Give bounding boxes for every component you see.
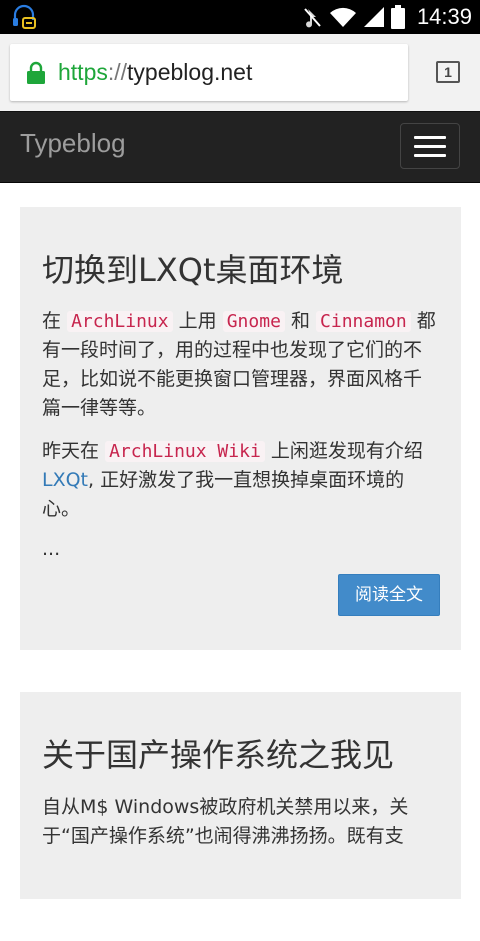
- post-title[interactable]: 关于国产操作系统之我见: [42, 736, 440, 774]
- text-fragment: 上闲逛发现有介绍: [270, 440, 423, 463]
- site-brand[interactable]: Typeblog: [20, 128, 126, 159]
- url-text[interactable]: https://typeblog.net: [58, 59, 252, 86]
- text-fragment: 和: [290, 310, 310, 333]
- tab-switcher-button[interactable]: 1: [436, 61, 460, 83]
- text-fragment: 在: [42, 310, 62, 333]
- browser-toolbar: https://typeblog.net 1: [0, 34, 480, 111]
- post-list: 切换到LXQt桌面环境 在 ArchLinux 上用 Gnome 和 Cinna…: [20, 207, 461, 941]
- inline-code: Gnome: [222, 311, 285, 333]
- mute-icon: [304, 8, 321, 28]
- wifi-icon: [329, 7, 356, 28]
- status-time: 14:39: [416, 4, 472, 29]
- inline-code: Cinnamon: [316, 311, 411, 333]
- battery-icon: [390, 5, 405, 29]
- status-bar: 14:39: [0, 0, 480, 34]
- post-title[interactable]: 切换到LXQt桌面环境: [42, 251, 440, 289]
- site-navbar: Typeblog: [0, 111, 480, 183]
- hamburger-menu-button[interactable]: [400, 123, 460, 169]
- url-scheme: https: [58, 59, 108, 85]
- read-more-button[interactable]: 阅读全文: [338, 574, 440, 617]
- post-paragraph: 昨天在 ArchLinux Wiki 上闲逛发现有介绍 LXQt, 正好激发了我…: [42, 437, 440, 524]
- post-card: 关于国产操作系统之我见 自从M$ Windows被政府机关禁用以来，关于“国产操…: [20, 692, 461, 899]
- headset-notification-icon: [13, 4, 36, 29]
- lxqt-link[interactable]: LXQt: [42, 469, 88, 491]
- inline-code: ArchLinux: [67, 311, 173, 333]
- post-paragraph: 在 ArchLinux 上用 Gnome 和 Cinnamon 都有一段时间了，…: [42, 307, 440, 423]
- post-paragraph: 自从M$ Windows被政府机关禁用以来，关于“国产操作系统”也闹得沸沸扬扬。…: [42, 795, 409, 847]
- post-ellipsis: ...: [42, 538, 61, 561]
- lock-icon: [27, 61, 45, 84]
- text-fragment: 昨天在: [42, 440, 100, 463]
- inline-code: ArchLinux Wiki: [105, 441, 265, 463]
- tab-count: 1: [444, 64, 452, 80]
- post-card: 切换到LXQt桌面环境 在 ArchLinux 上用 Gnome 和 Cinna…: [20, 207, 461, 651]
- text-fragment: , 正好激发了我一直想换掉桌面环境的心。: [42, 469, 405, 521]
- url-separator: ://: [107, 59, 128, 85]
- hamburger-bar: [414, 153, 446, 157]
- url-bar[interactable]: https://typeblog.net: [10, 44, 408, 101]
- hamburger-bar: [414, 144, 446, 148]
- signal-icon: [363, 7, 384, 27]
- url-host: typeblog.net: [127, 59, 253, 85]
- text-fragment: 上用: [178, 310, 217, 333]
- hamburger-bar: [414, 135, 446, 139]
- read-more-wrapper: 阅读全文: [42, 574, 440, 617]
